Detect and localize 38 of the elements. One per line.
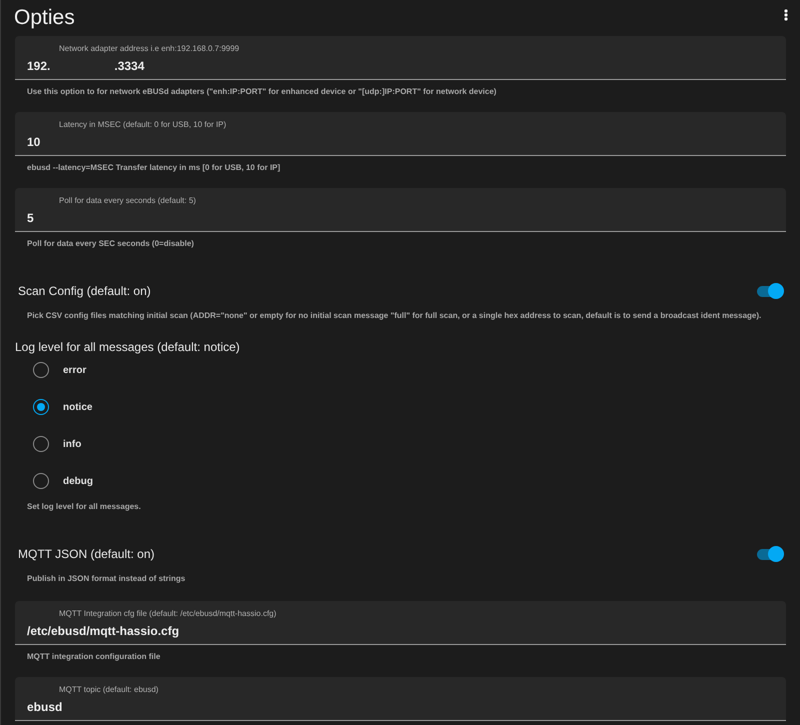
field-value: .3334: [114, 58, 144, 75]
group-label: Log level for all messages (default: notice): [15, 339, 241, 356]
helper-text: Pick CSV config files matching initial scan (ADDR="none" or empty for no initial scan message "full" for full scan, or a single hex address to scan, default is to send a broadcast ident message).: [26, 310, 762, 322]
more-options-icon[interactable]: [784, 9, 788, 21]
field-label: MQTT Integration cfg file (default: /etc/ebusd/mqtt-hassio.cfg): [58, 608, 278, 620]
toggle-label: Scan Config (default: on): [18, 283, 151, 300]
helper-text: Use this option to for network eBUSd adapters ("enh:IP:PORT" for enhanced device or "[udp:]IP:PORT" for network device): [26, 86, 498, 98]
radio-button[interactable]: [33, 362, 49, 378]
page-title: Opties: [14, 5, 75, 32]
field-value: 5: [27, 210, 34, 227]
field-label: Network adapter address i.e enh:192.168.0.7:9999: [58, 43, 240, 55]
field-value: /etc/ebusd/mqtt-hassio.cfg: [27, 623, 180, 640]
radio-label: error: [63, 364, 86, 378]
radio-label: debug: [63, 474, 93, 488]
radio-button[interactable]: [33, 436, 49, 452]
field-value: 10: [27, 134, 40, 151]
toggle-switch[interactable]: [756, 283, 784, 299]
text-field[interactable]: MQTT Integration cfg file (default: /etc/ebusd/mqtt-hassio.cfg) /etc/ebusd/mqtt-hassio.cfg: [15, 601, 786, 645]
helper-text: Publish in JSON format instead of strings: [26, 573, 186, 585]
text-field[interactable]: MQTT topic (default: ebusd) ebusd: [15, 677, 786, 721]
field-value: ebusd: [27, 699, 62, 716]
field-label: Poll for data every seconds (default: 5): [58, 195, 197, 207]
text-field[interactable]: Latency in MSEC (default: 0 for USB, 10 for IP) 10: [15, 112, 786, 156]
toggle-switch[interactable]: [756, 546, 784, 562]
helper-text: ebusd --latency=MSEC Transfer latency in ms [0 for USB, 10 for IP]: [26, 162, 282, 174]
radio-button[interactable]: [33, 473, 49, 489]
field-label: Latency in MSEC (default: 0 for USB, 10 for IP): [58, 119, 228, 131]
text-field[interactable]: Poll for data every seconds (default: 5) 5: [15, 188, 786, 232]
helper-text: MQTT integration configuration file: [26, 651, 162, 663]
radio-label: notice: [63, 400, 92, 414]
helper-text: Poll for data every SEC seconds (0=disable): [26, 238, 195, 250]
field-value: 192.: [27, 58, 50, 75]
toggle-label: MQTT JSON (default: on): [18, 546, 154, 563]
text-field[interactable]: Network adapter address i.e enh:192.168.0.7:9999 192. .3334: [15, 36, 786, 80]
field-label: MQTT topic (default: ebusd): [58, 684, 160, 696]
helper-text: Set log level for all messages.: [26, 501, 142, 513]
radio-button[interactable]: [33, 399, 49, 415]
radio-label: info: [63, 438, 82, 452]
